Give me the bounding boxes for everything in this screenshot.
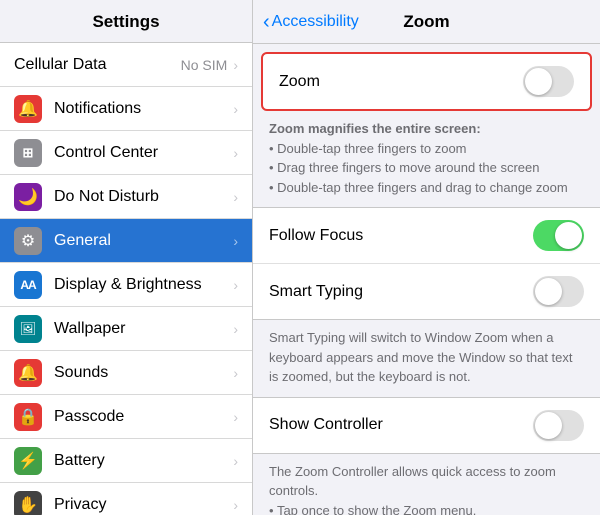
smart-typing-toggle-knob [535, 278, 562, 305]
battery-icon: ⚡ [14, 447, 42, 475]
chevron-icon: › [233, 57, 238, 73]
sidebar-title: Settings [0, 0, 252, 43]
focus-typing-group: Follow Focus Smart Typing [253, 207, 600, 320]
smart-typing-toggle[interactable] [533, 276, 584, 307]
smart-typing-label: Smart Typing [269, 283, 533, 301]
display-brightness-label: Display & Brightness [54, 276, 233, 294]
sidebar-item-battery[interactable]: ⚡ Battery › [0, 439, 252, 483]
show-controller-desc-block: The Zoom Controller allows quick access … [253, 454, 600, 515]
control-center-label: Control Center [54, 144, 233, 162]
wallpaper-label: Wallpaper [54, 320, 233, 338]
smart-typing-row[interactable]: Smart Typing [253, 264, 600, 319]
notifications-label: Notifications [54, 100, 233, 118]
sidebar-item-sounds[interactable]: 🔔 Sounds › [0, 351, 252, 395]
chevron-icon: › [233, 365, 238, 381]
chevron-icon: › [233, 453, 238, 469]
wallpaper-icon: 🖼 [14, 315, 42, 343]
zoom-desc-bullet-3: • Double-tap three fingers and drag to c… [269, 180, 568, 195]
chevron-icon: › [233, 145, 238, 161]
zoom-desc-bullet-2: • Drag three fingers to move around the … [269, 160, 539, 175]
notifications-icon: 🔔 [14, 95, 42, 123]
chevron-icon: › [233, 409, 238, 425]
zoom-description-block: Zoom magnifies the entire screen: • Doub… [253, 111, 600, 207]
cellular-label: Cellular Data [14, 56, 181, 74]
zoom-toggle-knob [525, 68, 552, 95]
show-controller-toggle-knob [535, 412, 562, 439]
sounds-label: Sounds [54, 364, 233, 382]
show-controller-row[interactable]: Show Controller [253, 398, 600, 453]
battery-label: Battery [54, 452, 233, 470]
show-controller-label: Show Controller [269, 416, 533, 434]
sidebar-item-passcode[interactable]: 🔒 Passcode › [0, 395, 252, 439]
back-chevron-icon: ‹ [263, 12, 270, 32]
cellular-value: No SIM [181, 57, 228, 73]
chevron-icon: › [233, 277, 238, 293]
do-not-disturb-label: Do Not Disturb [54, 188, 233, 206]
zoom-desc-bullet-1: • Double-tap three fingers to zoom [269, 141, 467, 156]
sidebar-item-display-brightness[interactable]: AA Display & Brightness › [0, 263, 252, 307]
back-button[interactable]: ‹ Accessibility [263, 12, 359, 32]
show-controller-group: Show Controller [253, 397, 600, 454]
control-center-icon: ⊞ [14, 139, 42, 167]
show-controller-bullet-1: • Tap once to show the Zoom menu. [269, 503, 476, 515]
chevron-icon: › [233, 233, 238, 249]
follow-focus-row[interactable]: Follow Focus [253, 208, 600, 264]
follow-focus-toggle-knob [555, 222, 582, 249]
zoom-highlighted-section: Zoom [261, 52, 592, 111]
sidebar-item-wallpaper[interactable]: 🖼 Wallpaper › [0, 307, 252, 351]
follow-focus-toggle[interactable] [533, 220, 584, 251]
chevron-icon: › [233, 321, 238, 337]
chevron-icon: › [233, 101, 238, 117]
sidebar-item-do-not-disturb[interactable]: 🌙 Do Not Disturb › [0, 175, 252, 219]
zoom-desc-heading: Zoom magnifies the entire screen: [269, 121, 481, 136]
passcode-label: Passcode [54, 408, 233, 426]
show-controller-toggle[interactable] [533, 410, 584, 441]
chevron-icon: › [233, 497, 238, 513]
smart-typing-desc-block: Smart Typing will switch to Window Zoom … [253, 320, 600, 397]
smart-typing-desc: Smart Typing will switch to Window Zoom … [269, 328, 584, 387]
show-controller-desc-prefix: The Zoom Controller allows quick access … [269, 464, 556, 499]
sidebar: Settings Cellular Data No SIM › 🔔 Notifi… [0, 0, 253, 515]
content-header: ‹ Accessibility Zoom [253, 0, 600, 44]
sidebar-item-privacy[interactable]: ✋ Privacy › [0, 483, 252, 515]
display-brightness-icon: AA [14, 271, 42, 299]
privacy-label: Privacy [54, 496, 233, 514]
sounds-icon: 🔔 [14, 359, 42, 387]
page-title: Zoom [403, 12, 449, 32]
general-label: General [54, 232, 233, 250]
sidebar-item-notifications[interactable]: 🔔 Notifications › [0, 87, 252, 131]
general-icon: ⚙ [14, 227, 42, 255]
content-panel: ‹ Accessibility Zoom Zoom Zoom magnifies… [253, 0, 600, 515]
sidebar-item-cellular[interactable]: Cellular Data No SIM › [0, 43, 252, 87]
zoom-label: Zoom [279, 73, 523, 91]
sidebar-item-control-center[interactable]: ⊞ Control Center › [0, 131, 252, 175]
zoom-toggle[interactable] [523, 66, 574, 97]
zoom-row[interactable]: Zoom [263, 54, 590, 109]
follow-focus-label: Follow Focus [269, 227, 533, 245]
privacy-icon: ✋ [14, 491, 42, 515]
chevron-icon: › [233, 189, 238, 205]
sidebar-item-general[interactable]: ⚙ General › [0, 219, 252, 263]
back-label: Accessibility [272, 13, 359, 31]
do-not-disturb-icon: 🌙 [14, 183, 42, 211]
passcode-icon: 🔒 [14, 403, 42, 431]
